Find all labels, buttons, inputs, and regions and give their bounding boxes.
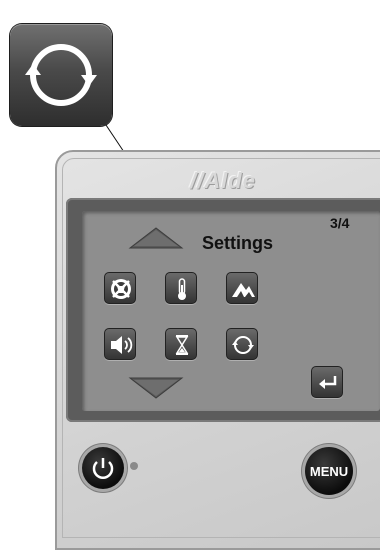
water-setting-button[interactable] <box>104 272 136 304</box>
refresh-setting-button[interactable] <box>226 328 258 360</box>
brand-logo: //Alde <box>190 168 256 193</box>
speaker-volume-icon <box>111 336 133 354</box>
temperature-setting-button[interactable] <box>165 272 197 304</box>
power-button[interactable] <box>82 447 124 489</box>
scroll-down-button[interactable] <box>128 376 184 400</box>
arrow-up-icon <box>128 227 184 249</box>
menu-button[interactable]: MENU <box>305 447 353 495</box>
callout-refresh-icon <box>10 24 112 126</box>
screen-title: Settings <box>202 233 274 253</box>
mountain-altitude-icon <box>232 283 255 297</box>
menu-button-label: MENU <box>309 463 349 479</box>
power-icon <box>92 458 114 479</box>
thermometer-icon <box>178 278 186 300</box>
enter-return-icon <box>319 376 337 389</box>
timer-setting-button[interactable] <box>165 328 197 360</box>
power-indicator-led <box>130 462 138 470</box>
page-indicator: 3/4 <box>330 215 350 231</box>
hourglass-timer-icon <box>175 335 189 355</box>
scroll-up-button[interactable] <box>128 226 184 250</box>
arrow-down-icon <box>128 377 184 399</box>
refresh-cycle-icon <box>25 44 97 106</box>
altitude-setting-button[interactable] <box>226 272 258 304</box>
volume-setting-button[interactable] <box>104 328 136 360</box>
enter-button[interactable] <box>311 366 343 398</box>
refresh-cycle-icon <box>232 336 254 354</box>
no-drinking-water-icon <box>111 279 131 299</box>
